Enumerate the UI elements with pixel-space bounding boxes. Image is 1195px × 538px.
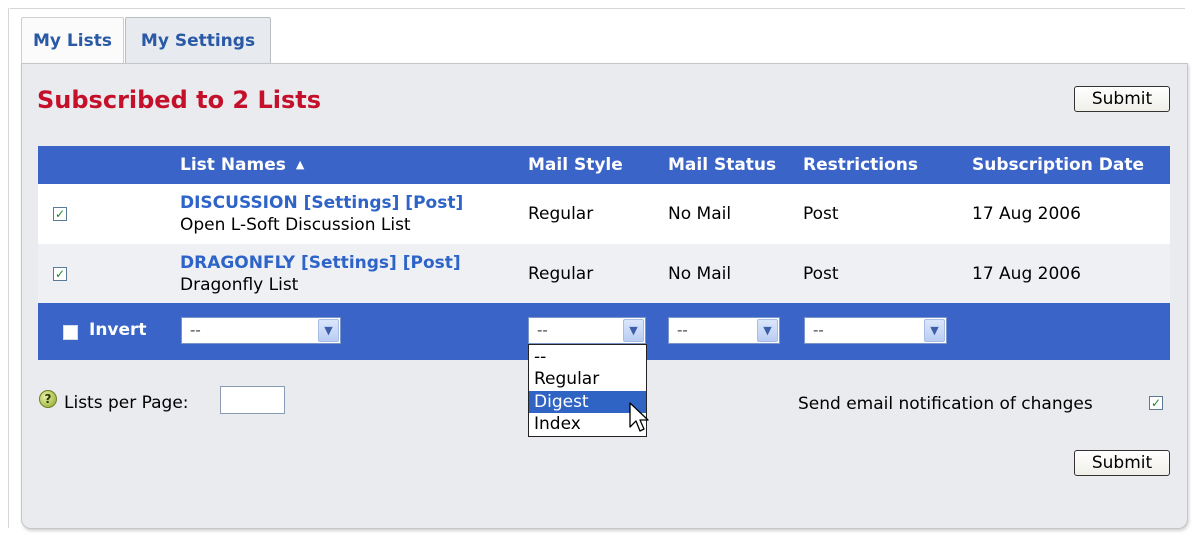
chevron-down-icon: ▼: [757, 319, 778, 342]
subscription-date-value: 17 Aug 2006: [972, 204, 1081, 224]
restrictions-value: Post: [803, 204, 839, 224]
select-value: --: [677, 321, 688, 339]
select-value: --: [190, 321, 201, 339]
table-header: List Names ▲ Mail Style Mail Status Rest…: [38, 146, 1170, 184]
table-row: ✓ DRAGONFLY [Settings] [Post] Dragonfly …: [38, 244, 1170, 304]
chevron-down-icon: ▼: [623, 319, 644, 342]
invert-label: Invert: [89, 320, 147, 340]
mail-status-filter-select[interactable]: -- ▼: [668, 317, 780, 344]
row-select-checkbox[interactable]: ✓: [53, 267, 67, 281]
page-top-border: [10, 8, 1185, 9]
header-restrictions: Restrictions: [803, 155, 919, 175]
header-mail-status: Mail Status: [668, 155, 777, 175]
mouse-pointer-icon: [629, 402, 649, 432]
list-description: Dragonfly List: [180, 275, 299, 295]
submit-button-bottom[interactable]: Submit: [1074, 450, 1170, 476]
dropdown-option[interactable]: Regular: [529, 368, 646, 390]
lists-per-page-label: Lists per Page:: [64, 393, 189, 413]
row-select-checkbox[interactable]: ✓: [53, 207, 67, 221]
dropdown-option[interactable]: --: [529, 346, 646, 368]
check-mark-icon: ✓: [1150, 396, 1162, 410]
check-mark-icon: ✓: [54, 267, 66, 281]
tab-my-settings-label: My Settings: [140, 30, 256, 51]
tab-my-lists-label: My Lists: [33, 30, 112, 51]
restrictions-filter-select[interactable]: -- ▼: [804, 317, 947, 344]
tab-my-settings[interactable]: My Settings: [125, 17, 271, 63]
sort-ascending-icon: ▲: [295, 158, 305, 171]
invert-checkbox[interactable]: [63, 325, 78, 340]
subscription-date-value: 17 Aug 2006: [972, 264, 1081, 284]
mail-status-value: No Mail: [668, 204, 732, 224]
mail-style-value: Regular: [528, 204, 594, 224]
list-names-filter-select[interactable]: -- ▼: [181, 317, 341, 344]
mail-style-value: Regular: [528, 264, 594, 284]
check-mark-icon: ✓: [54, 207, 66, 221]
help-icon[interactable]: ?: [39, 390, 57, 408]
restrictions-value: Post: [803, 264, 839, 284]
table-row: ✓ DISCUSSION [Settings] [Post] Open L-So…: [38, 184, 1170, 244]
header-mail-style: Mail Style: [528, 155, 623, 175]
page-title: Subscribed to 2 Lists: [37, 86, 322, 114]
header-subscription-date: Subscription Date: [972, 155, 1144, 175]
lists-per-page-input[interactable]: [220, 386, 285, 414]
notify-label: Send email notification of changes: [798, 394, 1093, 414]
chevron-down-icon: ▼: [318, 319, 339, 342]
mail-status-value: No Mail: [668, 264, 732, 284]
header-list-names-label: List Names: [180, 155, 286, 175]
page-left-border: [8, 8, 9, 528]
list-description: Open L-Soft Discussion List: [180, 215, 411, 235]
header-list-names[interactable]: List Names ▲: [180, 146, 304, 184]
select-value: --: [813, 321, 824, 339]
list-name-link[interactable]: DRAGONFLY [Settings] [Post]: [180, 253, 461, 273]
submit-button-top[interactable]: Submit: [1074, 86, 1170, 112]
select-value: --: [537, 321, 548, 339]
tab-my-lists[interactable]: My Lists: [21, 17, 124, 63]
notify-checkbox[interactable]: ✓: [1149, 396, 1163, 410]
list-name-link[interactable]: DISCUSSION [Settings] [Post]: [180, 193, 463, 213]
mail-style-filter-select[interactable]: -- ▼: [528, 317, 646, 344]
chevron-down-icon: ▼: [924, 319, 945, 342]
